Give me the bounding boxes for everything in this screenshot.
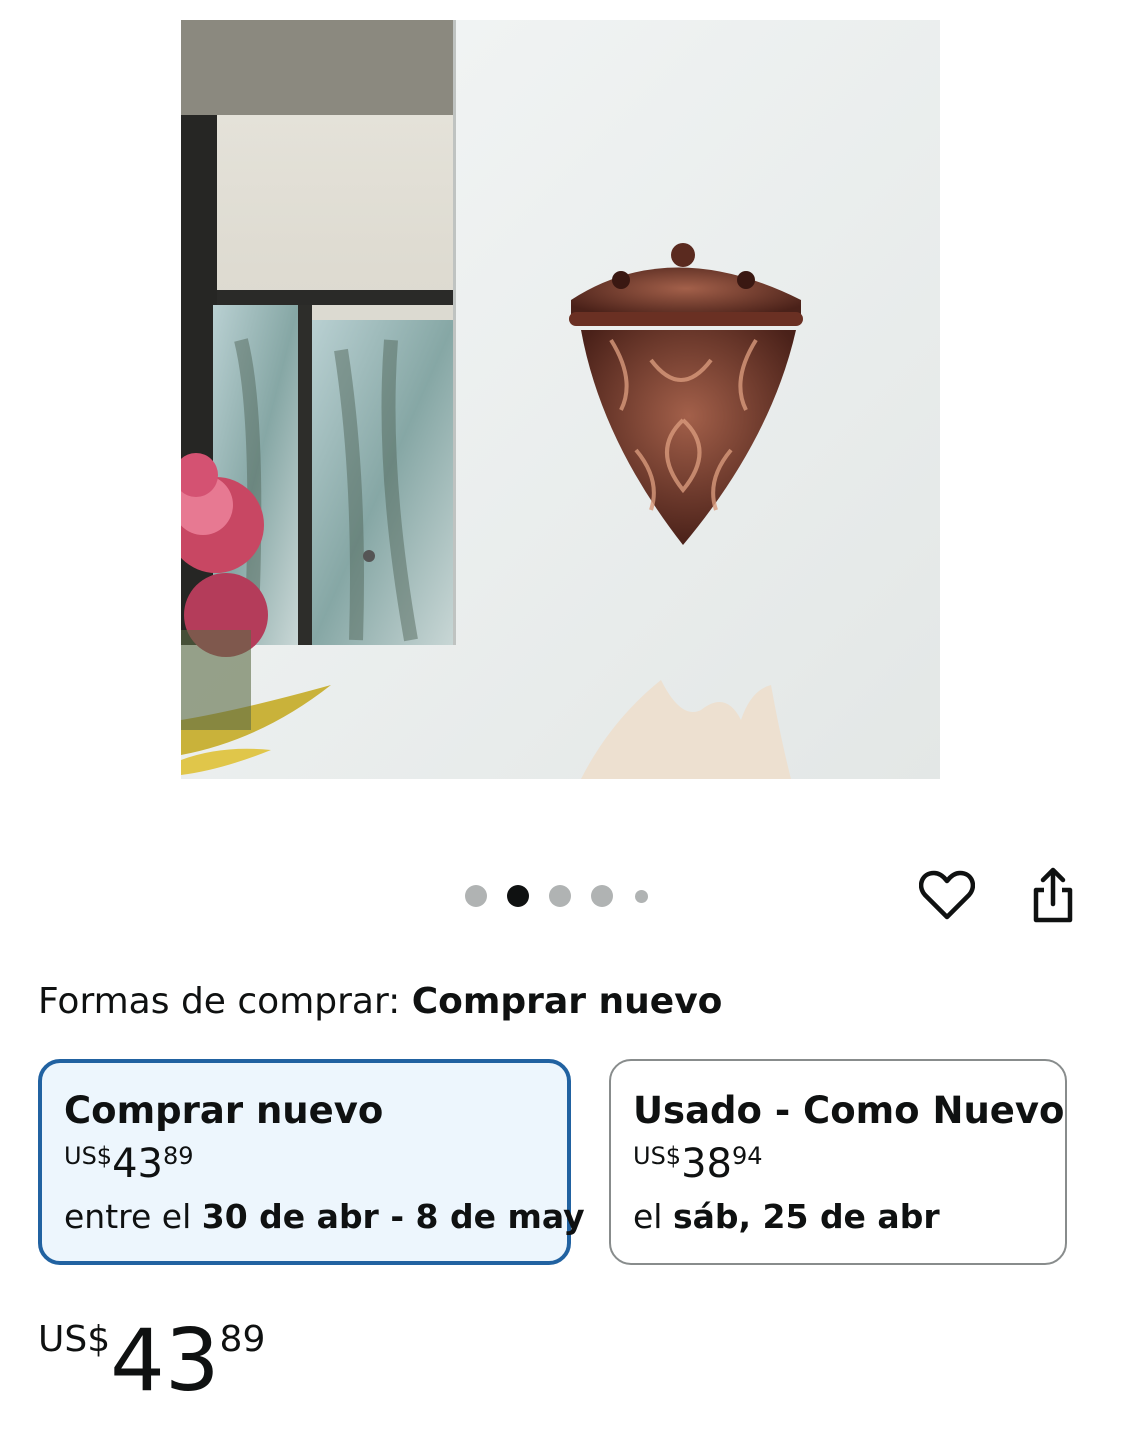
option-price: US$4389: [64, 1139, 567, 1189]
carousel-dot[interactable]: [635, 889, 648, 903]
favorite-button[interactable]: [918, 866, 976, 924]
carousel-dot-active[interactable]: [507, 885, 529, 907]
option-delivery: entre el 30 de abr - 8 de may: [64, 1195, 585, 1239]
heart-icon: [919, 870, 975, 920]
price-symbol: US$: [64, 1142, 113, 1170]
delivery-date: sáb, 25 de abr: [672, 1197, 940, 1236]
option-price: US$3894: [633, 1139, 1065, 1189]
carousel-dot[interactable]: [591, 885, 613, 907]
product-price: US$4389: [38, 1318, 265, 1408]
delivery-date: 30 de abr - 8 de may: [201, 1197, 585, 1236]
buying-options-label: Formas de comprar:: [38, 981, 401, 1022]
option-title: Comprar nuevo: [64, 1089, 384, 1132]
carousel-indicator[interactable]: [465, 884, 668, 908]
option-delivery: el sáb, 25 de abr: [633, 1195, 1065, 1239]
price-fraction: 89: [162, 1142, 194, 1170]
option-title: Usado - Como Nuevo: [633, 1089, 1065, 1132]
option-used-like-new[interactable]: Usado - Como Nuevo US$3894 el sáb, 25 de…: [609, 1059, 1067, 1265]
carousel-dot[interactable]: [549, 885, 571, 907]
price-whole: 38: [681, 1141, 732, 1187]
price-fraction: 89: [219, 1319, 266, 1360]
carousel-dot[interactable]: [465, 885, 487, 907]
delivery-prefix: el: [633, 1197, 673, 1236]
share-icon: [1033, 867, 1073, 923]
price-whole: 43: [110, 1311, 220, 1411]
buying-options-heading: Formas de comprar: Comprar nuevo: [38, 978, 722, 1026]
product-image[interactable]: [181, 20, 940, 779]
delivery-prefix: entre el: [64, 1197, 202, 1236]
price-symbol: US$: [38, 1319, 111, 1360]
price-symbol: US$: [633, 1142, 682, 1170]
price-whole: 43: [112, 1141, 163, 1187]
price-fraction: 94: [731, 1142, 763, 1170]
buying-options-selected: Comprar nuevo: [411, 981, 723, 1022]
option-buy-new[interactable]: Comprar nuevo US$4389 entre el 30 de abr…: [38, 1059, 585, 1265]
share-button[interactable]: [1024, 864, 1082, 926]
